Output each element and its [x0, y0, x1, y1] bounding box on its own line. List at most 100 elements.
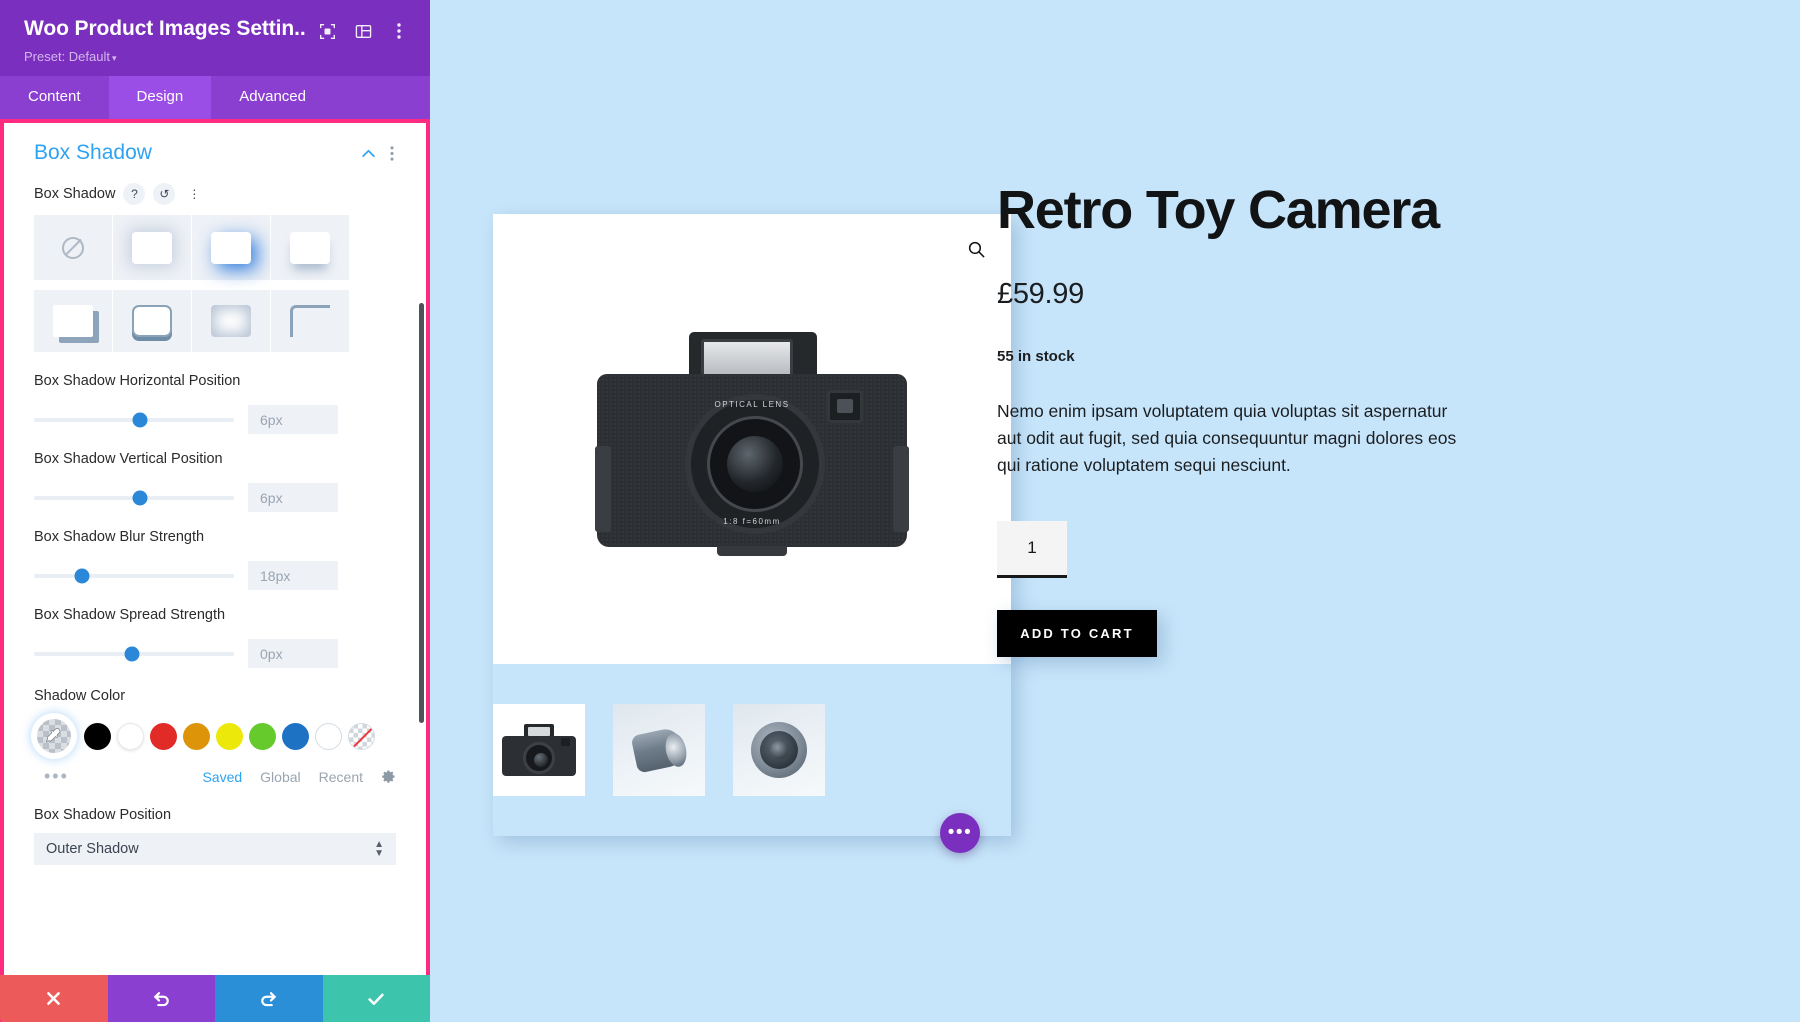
slider-horizontal-position: Box Shadow Horizontal Position 6px: [4, 358, 426, 436]
vertical-position-slider[interactable]: [34, 490, 234, 505]
shadow-color-label: Shadow Color: [34, 688, 126, 704]
slider-thumb[interactable]: [124, 646, 140, 661]
cancel-button[interactable]: [0, 975, 108, 1022]
spread-strength-slider[interactable]: [34, 646, 234, 661]
lens-angled-icon: [630, 725, 690, 775]
box-shadow-position-field: Box Shadow Position Outer Shadow ▲ ▼: [4, 787, 426, 865]
page-settings-fab[interactable]: •••: [940, 813, 980, 853]
camera-top-label: OPTICAL LENS: [714, 399, 790, 409]
add-to-cart-button[interactable]: ADD TO CART: [997, 610, 1157, 657]
box-shadow-label: Box Shadow: [34, 186, 116, 202]
spread-strength-value[interactable]: 0px: [248, 639, 338, 668]
focus-target-icon[interactable]: [312, 16, 342, 46]
vertical-position-value[interactable]: 6px: [248, 483, 338, 512]
preset-offset-blue[interactable]: [192, 215, 270, 280]
layout-columns-icon[interactable]: [348, 16, 378, 46]
magnifier-icon[interactable]: [963, 236, 989, 262]
color-swatch-row: [34, 716, 396, 756]
lens-front-icon: [751, 722, 807, 778]
camera-bottom-label: 1:8 f=60mm: [723, 516, 781, 526]
color-tab-global[interactable]: Global: [260, 769, 300, 785]
reset-icon[interactable]: ↺: [153, 183, 176, 205]
chevron-down-icon: ▾: [112, 53, 117, 63]
mini-camera-icon: [502, 724, 576, 776]
tab-content[interactable]: Content: [0, 76, 109, 119]
tab-design[interactable]: Design: [108, 76, 212, 119]
preset-drop-bottom[interactable]: [271, 215, 349, 280]
section-more-icon[interactable]: [380, 141, 404, 165]
preset-swatch: [132, 231, 172, 264]
color-tab-recent[interactable]: Recent: [319, 769, 363, 785]
product-gallery: OPTICAL LENS 1:8 f=60mm: [493, 214, 1011, 836]
swatch-transparent[interactable]: [348, 722, 375, 750]
box-shadow-section-header[interactable]: Box Shadow: [4, 123, 426, 175]
panel-scrollbar[interactable]: [419, 303, 424, 723]
thumbnail-camera[interactable]: [493, 704, 585, 796]
horizontal-position-slider[interactable]: [34, 412, 234, 427]
color-tab-saved[interactable]: Saved: [202, 769, 242, 785]
swatch-red[interactable]: [150, 722, 177, 750]
preset-none[interactable]: [34, 215, 112, 280]
color-source-tabs: Saved Global Recent: [202, 769, 396, 785]
preset-selector[interactable]: Preset: Default ▾: [0, 46, 430, 76]
preset-corner-border[interactable]: [271, 290, 349, 352]
preset-swatch: [211, 305, 251, 337]
field-more-icon[interactable]: ⋮: [183, 183, 205, 205]
eyedropper-swatch-selected[interactable]: [34, 716, 74, 756]
product-main-image: OPTICAL LENS 1:8 f=60mm: [493, 214, 1011, 664]
horizontal-position-value[interactable]: 6px: [248, 405, 338, 434]
slider-label: Box Shadow Spread Strength: [34, 607, 226, 623]
swatch-blue[interactable]: [282, 722, 309, 750]
swatch-yellow[interactable]: [216, 722, 243, 750]
swatch-green[interactable]: [249, 722, 276, 750]
slider-spread-strength: Box Shadow Spread Strength 0px: [4, 592, 426, 670]
tab-advanced[interactable]: Advanced: [211, 76, 334, 119]
swatch-black[interactable]: [84, 722, 111, 750]
shadow-color-field: Shadow Color ••• Saved Global Recent: [4, 670, 426, 787]
preset-inner-shadow[interactable]: [192, 290, 270, 352]
section-title: Box Shadow: [34, 141, 152, 164]
screen-root: Woo Product Images Settin... Preset: Def…: [0, 0, 1800, 1022]
help-icon[interactable]: ?: [123, 183, 146, 205]
panel-tabs: Content Design Advanced: [0, 76, 430, 119]
select-stepper-icon: ▲ ▼: [374, 839, 384, 859]
swatch-white-outline[interactable]: [315, 722, 342, 750]
product-description: Nemo enim ipsam voluptatem quia voluptas…: [997, 401, 1457, 475]
preset-swatch: [290, 305, 330, 337]
panel-header: Woo Product Images Settin... Preset: Def…: [0, 0, 430, 119]
product-info: Retro Toy Camera £59.99 55 in stock Nemo…: [997, 180, 1637, 657]
preset-label: Preset: Default: [24, 49, 110, 64]
slider-thumb[interactable]: [74, 568, 90, 583]
preset-hard-offset[interactable]: [34, 290, 112, 352]
chevron-up-icon[interactable]: [356, 141, 380, 165]
quantity-input[interactable]: 1: [997, 521, 1067, 578]
settings-action-bar: [0, 975, 430, 1022]
swatch-orange[interactable]: [183, 722, 210, 750]
vertical-dots-icon[interactable]: [384, 16, 414, 46]
undo-button[interactable]: [107, 975, 215, 1022]
slider-label: Box Shadow Vertical Position: [34, 451, 223, 467]
slider-thumb[interactable]: [132, 412, 148, 427]
box-shadow-position-value: Outer Shadow: [46, 841, 139, 857]
thumbnail-lens-angled[interactable]: [613, 704, 705, 796]
preset-soft-glow[interactable]: [113, 215, 191, 280]
blur-strength-value[interactable]: 18px: [248, 561, 338, 590]
settings-body-highlight: Box Shadow Box Shadow ? ↺ ⋮ Box Shadow H…: [0, 119, 430, 1022]
preset-swatch: [290, 231, 330, 264]
product-title: Retro Toy Camera: [997, 180, 1440, 240]
color-more-dots[interactable]: •••: [44, 766, 69, 787]
preset-swatch: [211, 231, 251, 264]
product-page-preview: OPTICAL LENS 1:8 f=60mm Retro Toy Camera…: [430, 0, 1800, 1022]
save-button[interactable]: [322, 975, 430, 1022]
thumbnail-lens-front[interactable]: [733, 704, 825, 796]
preset-outline-bottom[interactable]: [113, 290, 191, 352]
redo-button[interactable]: [215, 975, 323, 1022]
box-shadow-position-select[interactable]: Outer Shadow ▲ ▼: [34, 833, 396, 865]
slider-thumb[interactable]: [132, 490, 148, 505]
slider-vertical-position: Box Shadow Vertical Position 6px: [4, 436, 426, 514]
swatch-white[interactable]: [117, 722, 144, 750]
blur-strength-slider[interactable]: [34, 568, 234, 583]
slider-blur-strength: Box Shadow Blur Strength 18px: [4, 514, 426, 592]
gear-icon[interactable]: [381, 769, 396, 784]
preset-swatch: [132, 305, 172, 337]
